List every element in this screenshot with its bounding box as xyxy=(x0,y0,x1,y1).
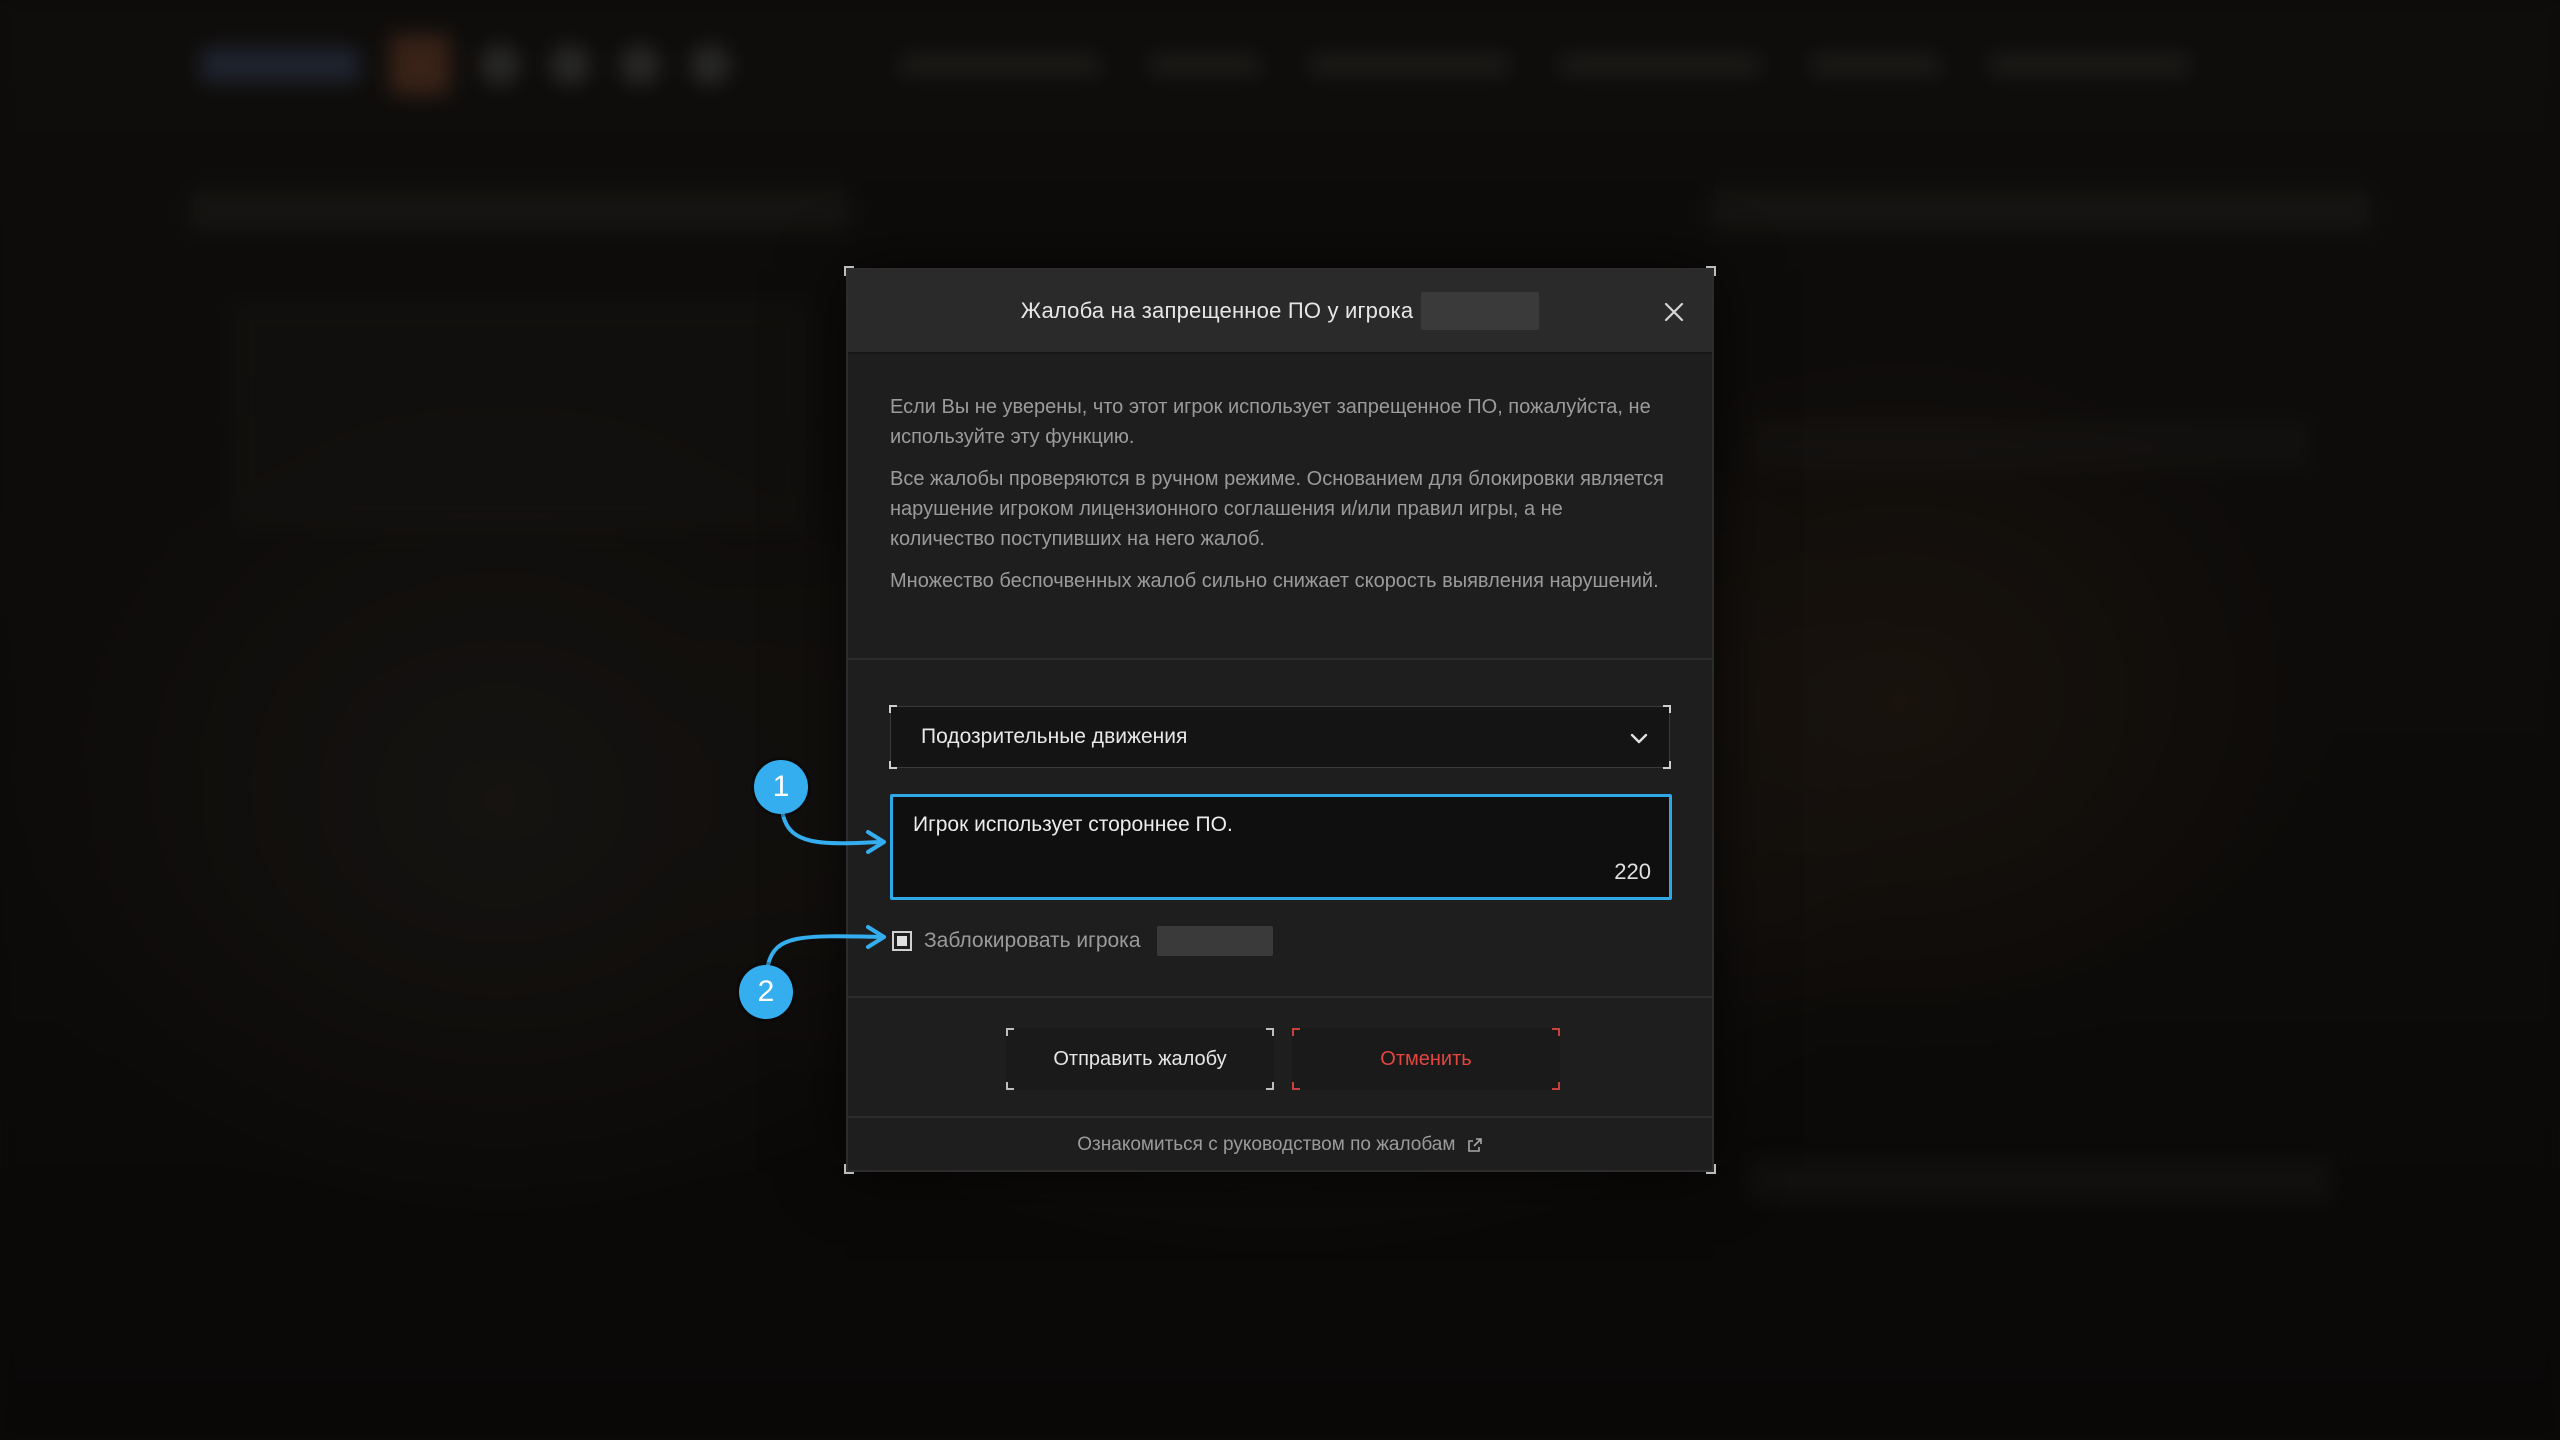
divider xyxy=(848,996,1712,998)
button-corner xyxy=(1006,1028,1014,1036)
modal-info: Если Вы не уверены, что этот игрок испол… xyxy=(890,392,1670,608)
modal-corner xyxy=(844,1164,854,1174)
button-corner xyxy=(1552,1028,1560,1036)
external-link-icon xyxy=(1467,1138,1482,1152)
guide-link-text: Ознакомиться с руководством по жалобам xyxy=(1077,1134,1456,1155)
button-corner xyxy=(1552,1082,1560,1090)
modal-header: Жалоба на запрещенное ПО у игрока xyxy=(848,270,1712,354)
redacted-player-name xyxy=(1421,292,1540,330)
modal-title: Жалоба на запрещенное ПО у игрока xyxy=(1020,298,1414,323)
block-player-row: Заблокировать игрока xyxy=(892,926,1273,956)
select-corner xyxy=(1663,761,1671,769)
button-corner xyxy=(1266,1028,1274,1036)
char-counter: 220 xyxy=(1614,859,1651,884)
select-corner xyxy=(889,761,897,769)
annotation-badge-2: 2 xyxy=(739,965,793,1019)
cancel-label: Отменить xyxy=(1380,1047,1472,1070)
info-paragraph: Все жалобы проверяются в ручном режиме. … xyxy=(890,468,1664,550)
reason-select[interactable]: Подозрительные движения xyxy=(889,705,1671,769)
annotation-badge-1: 1 xyxy=(754,760,808,814)
modal-corner xyxy=(1706,1164,1716,1174)
guide-link[interactable]: Ознакомиться с руководством по жалобам xyxy=(848,1134,1712,1156)
select-corner xyxy=(889,705,897,713)
button-corner xyxy=(1292,1082,1300,1090)
divider xyxy=(848,1116,1712,1118)
block-player-checkbox[interactable] xyxy=(892,931,912,951)
info-paragraph: Множество беспочвенных жалоб сильно сниж… xyxy=(890,570,1659,592)
block-player-label: Заблокировать игрока xyxy=(924,929,1141,952)
submit-report-button[interactable]: Отправить жалобу xyxy=(1006,1028,1274,1090)
close-icon xyxy=(1664,302,1684,322)
checkbox-check-mark xyxy=(897,936,907,946)
comment-text: Игрок использует стороннее ПО. xyxy=(913,813,1233,836)
button-corner xyxy=(1266,1082,1274,1090)
report-modal: Жалоба на запрещенное ПО у игрока Если В… xyxy=(844,266,1716,1174)
close-button[interactable] xyxy=(1656,294,1692,330)
button-corner xyxy=(1006,1082,1014,1090)
submit-report-label: Отправить жалобу xyxy=(1053,1047,1227,1070)
cancel-button[interactable]: Отменить xyxy=(1292,1028,1560,1090)
comment-textarea[interactable]: Игрок использует стороннее ПО. 220 xyxy=(890,794,1672,900)
info-paragraph: Если Вы не уверены, что этот игрок испол… xyxy=(890,396,1651,448)
button-corner xyxy=(1292,1028,1300,1036)
divider xyxy=(848,658,1712,660)
chevron-down-icon xyxy=(1630,733,1648,744)
select-corner xyxy=(1663,705,1671,713)
reason-select-value: Подозрительные движения xyxy=(921,725,1188,748)
redacted-player-name xyxy=(1156,926,1273,956)
